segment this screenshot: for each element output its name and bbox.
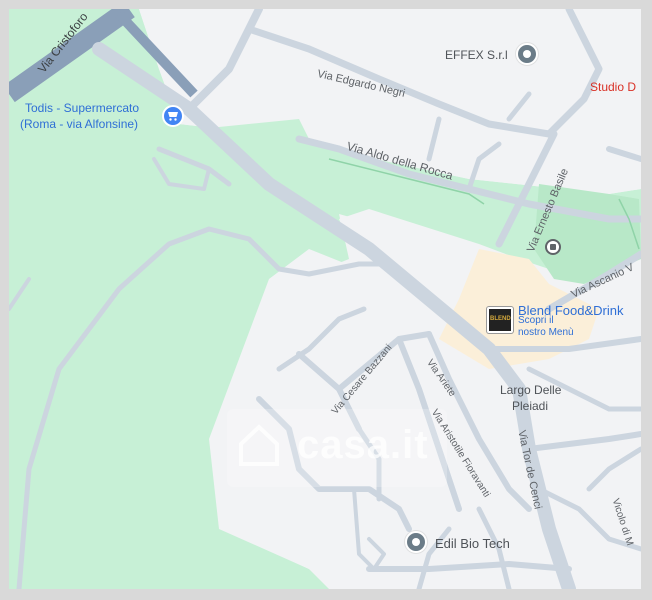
watermark-text: casa.it bbox=[297, 423, 429, 467]
shopping-cart-icon[interactable] bbox=[162, 105, 184, 127]
poi-todis-label-line2[interactable]: (Roma - via Alfonsine) bbox=[20, 117, 138, 131]
bus-stop-icon[interactable] bbox=[545, 239, 561, 255]
poi-todis-label-line1[interactable]: Todis - Supermercato bbox=[25, 101, 139, 115]
place-label-largo-line1: Largo Delle bbox=[500, 383, 562, 397]
poi-edil-label[interactable]: Edil Bio Tech bbox=[435, 537, 510, 551]
location-pin-icon[interactable] bbox=[516, 43, 538, 65]
poi-effex-label[interactable]: EFFEX S.r.l bbox=[445, 48, 508, 62]
watermark-box: casa.it bbox=[227, 409, 447, 487]
place-label-largo-line2: Pleiadi bbox=[512, 399, 549, 413]
blend-logo-text: BLEND bbox=[490, 316, 511, 322]
map-base bbox=[9, 9, 641, 589]
blend-logo-icon[interactable]: BLEND bbox=[487, 307, 513, 333]
location-pin-icon[interactable] bbox=[405, 531, 427, 553]
map-canvas[interactable]: casa.it Via Cristoforo Via Edgardo Negri… bbox=[9, 9, 641, 589]
poi-studio-label[interactable]: Studio D bbox=[590, 80, 636, 94]
bus-stop-glyph bbox=[550, 244, 556, 250]
poi-blend-sub-line2[interactable]: nostro Menù bbox=[518, 326, 574, 340]
shopping-cart-glyph bbox=[168, 112, 178, 121]
